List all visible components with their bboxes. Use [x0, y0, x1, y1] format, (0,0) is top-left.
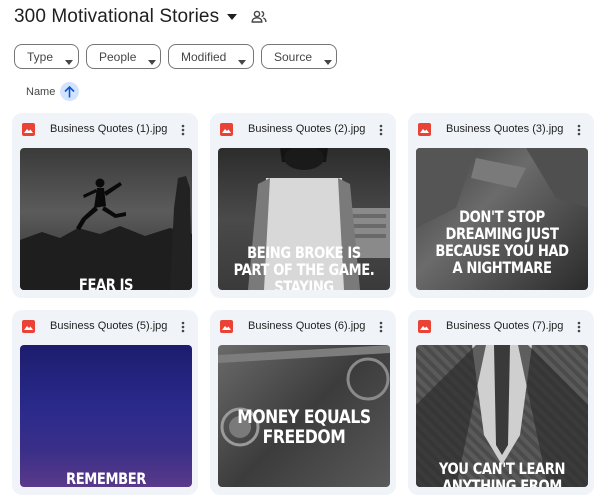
filter-source-chip[interactable]: Source — [261, 44, 337, 69]
file-thumbnail[interactable]: YOU CAN'T LEARN ANYTHING FROM — [416, 345, 588, 487]
image-file-icon — [22, 320, 35, 333]
image-file-icon — [220, 123, 233, 136]
thumbnail-quote-text: YOU CAN'T LEARN ANYTHING FROM — [438, 459, 566, 487]
more-vert-icon[interactable] — [176, 121, 190, 139]
thumbnail-quote-text: BEING BROKE IS PART OF THE GAME. STAYING — [233, 243, 375, 290]
file-name: Business Quotes (7).jpg — [446, 320, 564, 332]
folder-title[interactable]: 300 Motivational Stories — [14, 6, 219, 28]
file-thumbnail[interactable]: REMEMBER — [20, 345, 192, 487]
file-card[interactable]: Business Quotes (5).jpg REMEMBER — [12, 310, 198, 495]
filter-modified-chip[interactable]: Modified — [168, 44, 254, 69]
caret-down-icon — [65, 54, 74, 65]
filter-type-label: Type — [27, 49, 54, 64]
sort-direction-button[interactable] — [60, 82, 80, 101]
file-card[interactable]: Business Quotes (7).jpg YOU CAN'T LEARN … — [408, 310, 594, 495]
thumbnail-quote-text: FEAR IS — [78, 275, 134, 290]
image-file-icon — [220, 320, 233, 333]
sort-name-label[interactable]: Name — [26, 86, 55, 98]
file-thumbnail[interactable]: FEAR IS — [20, 148, 192, 290]
image-file-icon — [418, 123, 431, 136]
caret-down-icon[interactable] — [227, 12, 238, 22]
more-vert-icon[interactable] — [374, 318, 388, 336]
file-card[interactable]: Business Quotes (2).jpg BEING BROKE IS P… — [210, 113, 396, 298]
file-name: Business Quotes (5).jpg — [50, 320, 168, 332]
file-card[interactable]: Business Quotes (1).jpg FEAR IS — [12, 113, 198, 298]
image-file-icon — [418, 320, 431, 333]
filter-source-label: Source — [274, 49, 313, 64]
more-vert-icon[interactable] — [374, 121, 388, 139]
more-vert-icon[interactable] — [176, 318, 190, 336]
thumbnail-quote-text: DON'T STOP DREAMING JUST BECAUSE YOU HAD… — [435, 207, 569, 277]
file-thumbnail[interactable]: BEING BROKE IS PART OF THE GAME. STAYING — [218, 148, 390, 290]
folder-header: 300 Motivational Stories — [14, 5, 267, 29]
more-vert-icon[interactable] — [572, 121, 586, 139]
thumbnail-quote-text: MONEY EQUALS FREEDOM — [237, 406, 371, 448]
file-name: Business Quotes (6).jpg — [248, 320, 366, 332]
thumbnail-quote-text: REMEMBER — [66, 469, 146, 487]
file-name: Business Quotes (2).jpg — [248, 123, 366, 135]
file-card[interactable]: Business Quotes (3).jpg DON'T STOP DREAM… — [408, 113, 594, 298]
filter-type-chip[interactable]: Type — [14, 44, 79, 69]
caret-down-icon — [148, 54, 157, 65]
filter-people-chip[interactable]: People — [86, 44, 161, 69]
caret-down-icon — [324, 54, 333, 65]
filter-people-label: People — [99, 49, 137, 64]
file-thumbnail[interactable]: MONEY EQUALS FREEDOM — [218, 345, 390, 487]
thumbnail-photo — [20, 176, 192, 290]
file-name: Business Quotes (1).jpg — [50, 123, 168, 135]
caret-down-icon — [238, 54, 247, 65]
sort-control: Name — [26, 82, 80, 101]
file-card[interactable]: Business Quotes (6).jpg MONEY EQUALS FRE… — [210, 310, 396, 495]
filter-bar: Type People Modified Source — [14, 44, 337, 69]
file-name: Business Quotes (3).jpg — [446, 123, 564, 135]
more-vert-icon[interactable] — [572, 318, 586, 336]
shared-people-icon — [251, 9, 267, 25]
arrow-up-icon — [64, 85, 75, 97]
filter-modified-label: Modified — [181, 49, 227, 64]
image-file-icon — [22, 123, 35, 136]
file-thumbnail[interactable]: DON'T STOP DREAMING JUST BECAUSE YOU HAD… — [416, 148, 588, 290]
